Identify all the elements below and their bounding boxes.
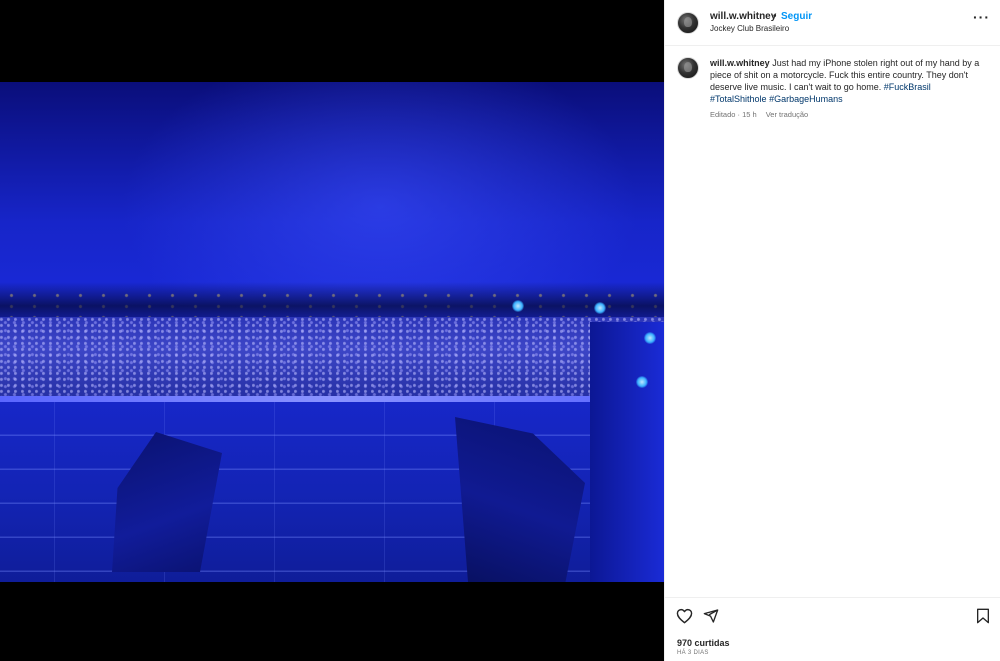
post-side-panel: will.w.whitney • Seguir Jockey Club Bras… <box>664 0 1000 661</box>
bookmark-icon[interactable] <box>976 608 990 629</box>
more-horizontal-icon[interactable]: ··· <box>973 10 990 24</box>
stage-light <box>636 376 648 388</box>
likes-count[interactable]: 970 curtidas <box>677 638 730 648</box>
caption-meta: Editado · 15 h Ver tradução <box>710 110 808 119</box>
post-media <box>0 0 664 661</box>
separator-dot: • <box>773 11 777 22</box>
hashtag-link[interactable]: #TotalShithole <box>710 94 767 104</box>
hashtag-link[interactable]: #FuckBrasil <box>884 82 931 92</box>
send-icon[interactable] <box>703 608 719 629</box>
see-translation-link[interactable]: Ver tradução <box>766 110 809 119</box>
post-username[interactable]: will.w.whitney <box>710 11 776 22</box>
edited-timestamp: Editado · 15 h <box>710 110 757 119</box>
post-header: will.w.whitney • Seguir Jockey Club Bras… <box>665 0 1000 46</box>
follow-button[interactable]: Seguir <box>781 11 812 22</box>
stage-light <box>644 332 656 344</box>
stage-light <box>512 300 524 312</box>
speaker-tower <box>590 322 664 582</box>
post-age: HÁ 3 DIAS <box>677 650 709 656</box>
action-bar: 970 curtidas HÁ 3 DIAS <box>665 597 1000 661</box>
stage-light <box>594 302 606 314</box>
post-location[interactable]: Jockey Club Brasileiro <box>710 24 789 33</box>
avatar[interactable] <box>677 12 699 34</box>
post-caption: will.w.whitney Just had my iPhone stolen… <box>710 57 980 105</box>
heart-icon[interactable] <box>676 608 693 629</box>
hashtag-link[interactable]: #GarbageHumans <box>769 94 843 104</box>
crowd <box>0 317 664 397</box>
caption-avatar[interactable] <box>677 57 699 79</box>
horizon <box>0 282 664 322</box>
post-photo[interactable] <box>0 82 664 582</box>
caption-username[interactable]: will.w.whitney <box>710 58 770 68</box>
